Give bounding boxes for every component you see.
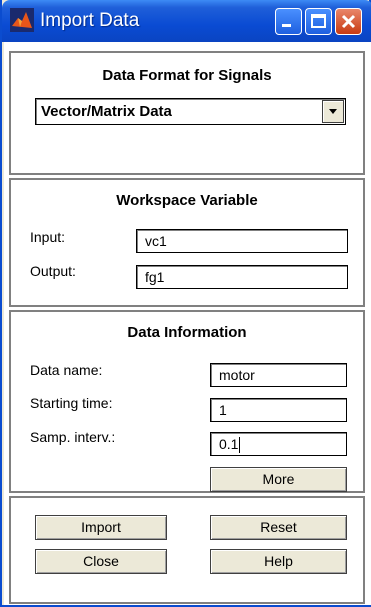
close-window-button[interactable] bbox=[335, 8, 362, 35]
minimize-icon bbox=[282, 24, 291, 27]
maximize-button[interactable] bbox=[305, 8, 332, 35]
import-button[interactable]: Import bbox=[35, 515, 167, 540]
dialog-body: Data Format for Signals Vector/Matrix Da… bbox=[4, 42, 371, 605]
workspace-variable-title: Workspace Variable bbox=[116, 192, 258, 209]
maximize-icon bbox=[311, 14, 326, 28]
import-data-window: Import Data Data Format for Signals Vect… bbox=[0, 0, 371, 607]
text-cursor bbox=[239, 437, 241, 454]
more-button[interactable]: More bbox=[210, 467, 347, 492]
close-icon bbox=[341, 14, 356, 29]
workspace-variable-panel: Workspace Variable Input: vc1 Output: fg… bbox=[9, 178, 365, 307]
help-button[interactable]: Help bbox=[210, 549, 347, 574]
starting-time-field[interactable]: 1 bbox=[210, 398, 347, 422]
input-label: Input: bbox=[30, 229, 66, 245]
minimize-button[interactable] bbox=[275, 8, 302, 35]
window-title: Import Data bbox=[40, 10, 140, 31]
data-format-title: Data Format for Signals bbox=[102, 67, 272, 84]
close-button[interactable]: Close bbox=[35, 549, 167, 574]
data-format-selected: Vector/Matrix Data bbox=[41, 103, 172, 120]
data-name-label: Data name: bbox=[30, 362, 103, 378]
data-information-title: Data Information bbox=[127, 324, 247, 341]
starting-time-label: Starting time: bbox=[30, 395, 113, 411]
reset-button[interactable]: Reset bbox=[210, 515, 347, 540]
data-format-panel: Data Format for Signals Vector/Matrix Da… bbox=[9, 51, 365, 175]
output-label: Output: bbox=[30, 263, 76, 279]
input-field[interactable]: vc1 bbox=[136, 229, 348, 253]
data-information-panel: Data Information Data name: motor Starti… bbox=[9, 310, 365, 493]
data-format-select[interactable]: Vector/Matrix Data bbox=[35, 98, 346, 125]
output-field[interactable]: fg1 bbox=[136, 265, 348, 289]
dropdown-button[interactable] bbox=[322, 100, 344, 123]
sampling-interval-label: Samp. interv.: bbox=[30, 429, 116, 445]
data-name-field[interactable]: motor bbox=[210, 363, 347, 387]
sampling-interval-value: 0.1 bbox=[219, 436, 239, 452]
matlab-icon bbox=[10, 8, 34, 32]
action-panel: Import Reset Close Help bbox=[9, 496, 365, 604]
sampling-interval-field[interactable]: 0.1 bbox=[210, 432, 347, 456]
title-bar[interactable]: Import Data bbox=[2, 0, 371, 42]
chevron-down-icon bbox=[329, 109, 337, 114]
